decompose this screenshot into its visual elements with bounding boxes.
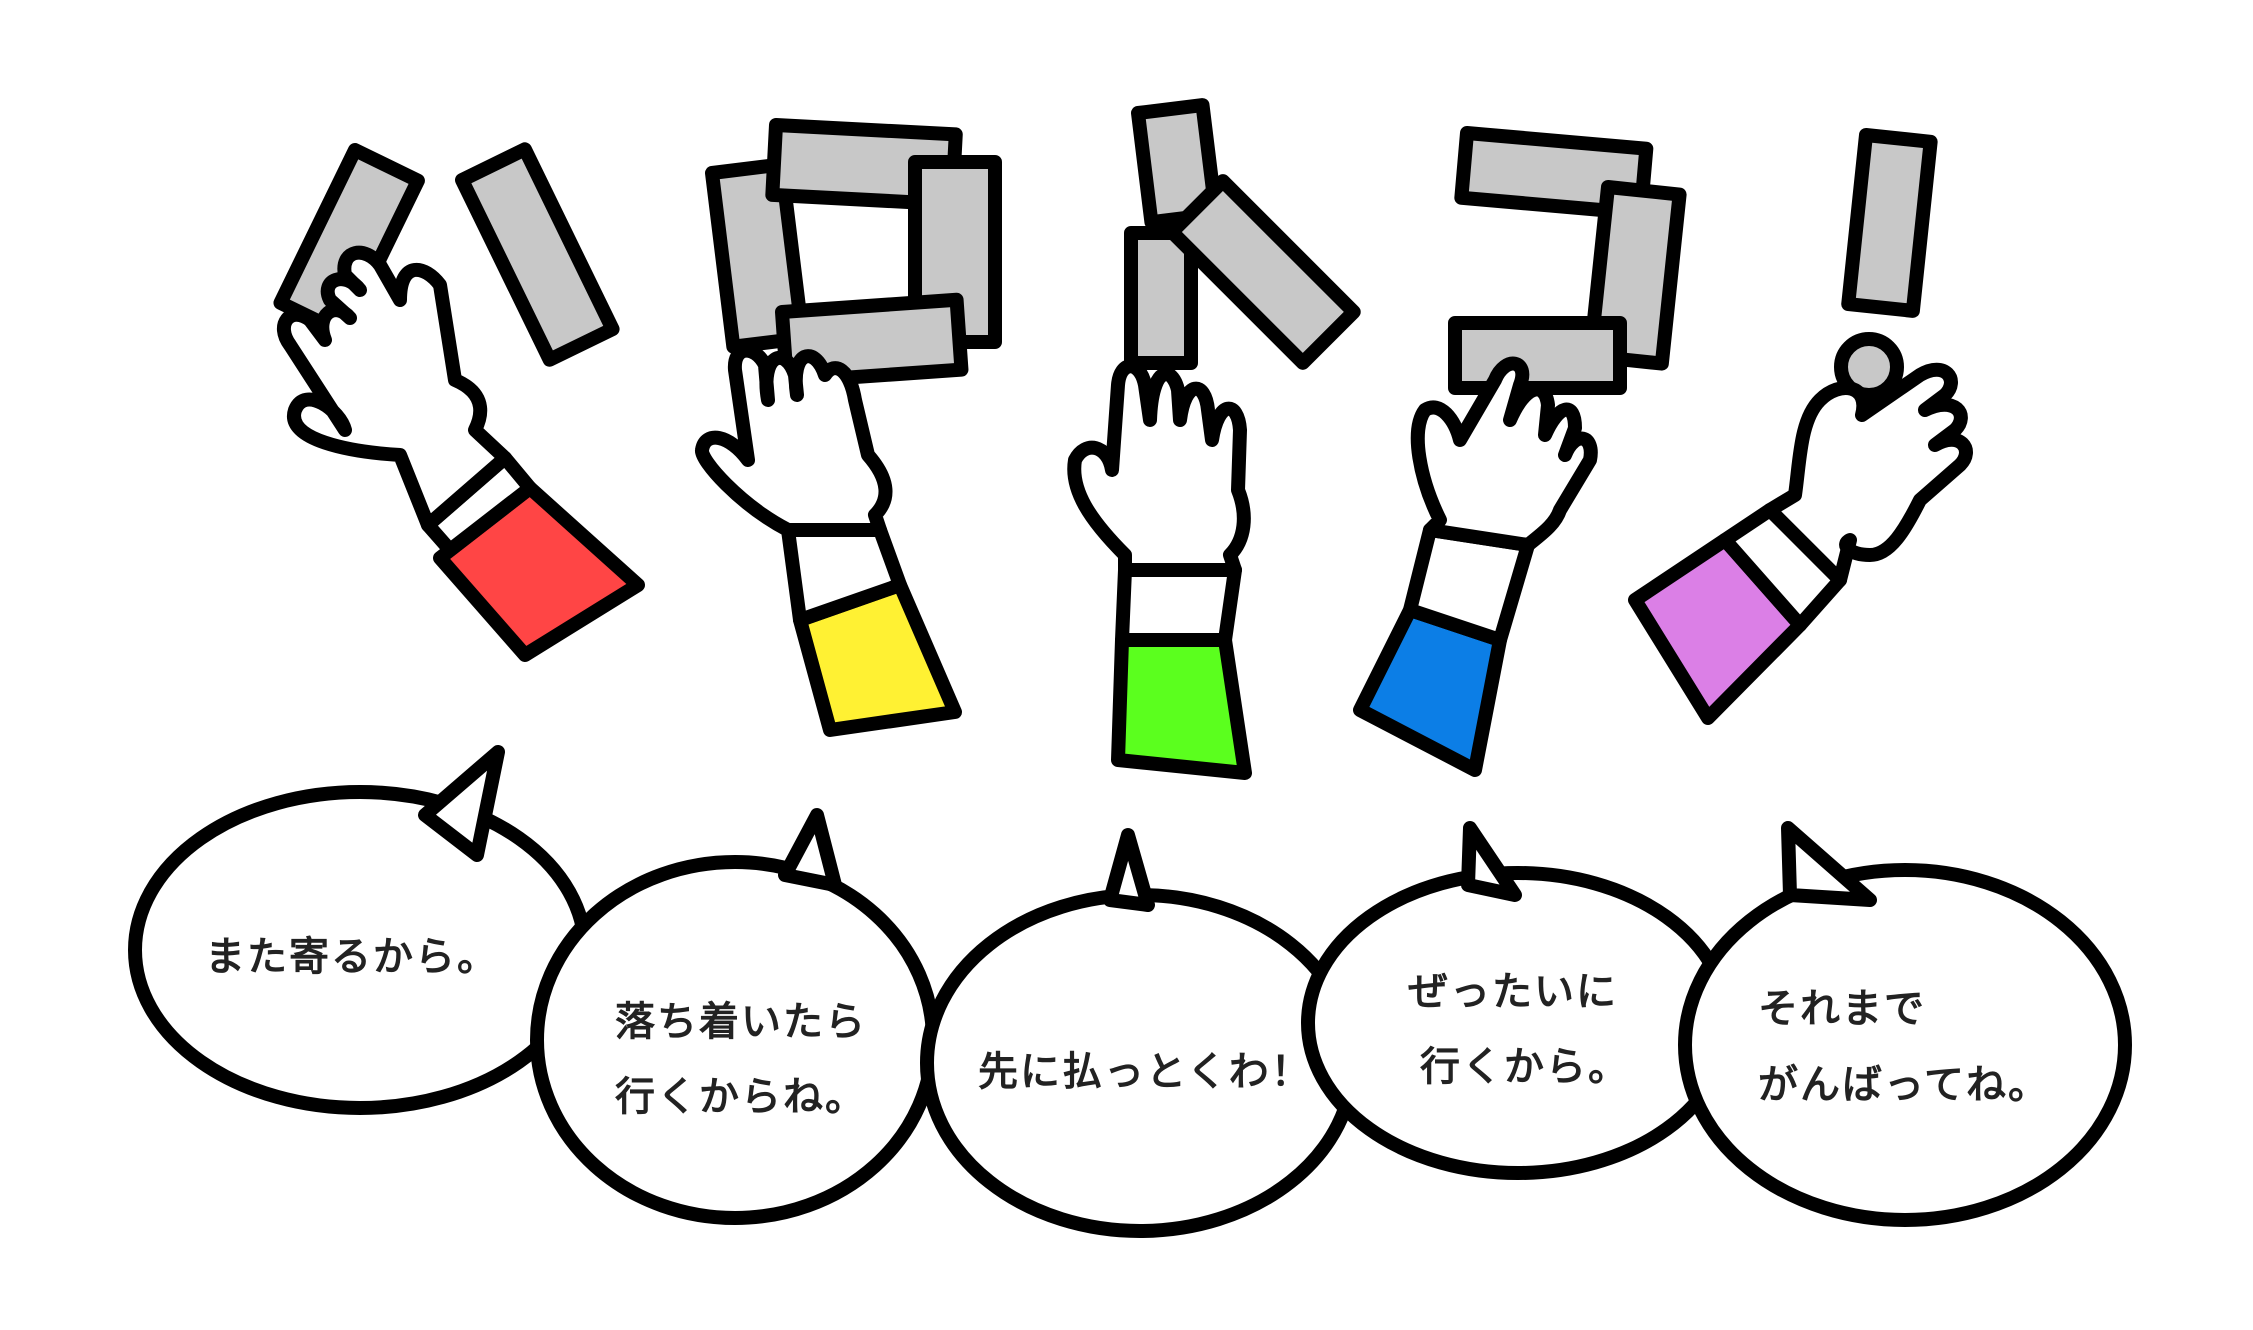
bubble-body	[1301, 866, 1735, 1180]
bubble-text: また寄るから。	[205, 934, 499, 980]
card-piece	[1448, 316, 1627, 395]
card-piece	[1165, 174, 1361, 370]
speech-bubble-2: 落ち着いたら 行くからね。	[530, 808, 940, 1225]
card-letter-to	[1124, 98, 1361, 370]
card-piece	[1841, 128, 1938, 318]
card-piece	[1124, 226, 1198, 370]
bubble-text: 先に払っとくわ！	[978, 1049, 1313, 1095]
hand-blue	[1353, 356, 1598, 777]
speech-bubble-5: それまで がんばってね。	[1678, 821, 2132, 1227]
bubble-tail	[1103, 828, 1155, 912]
speech-bubble-4: ぜったいに 行くから。	[1301, 821, 1735, 1180]
card-letters	[273, 98, 1938, 402]
bubble-tail	[1781, 821, 1877, 907]
glove-hand	[1067, 359, 1251, 577]
card-letter-exclamation	[1834, 128, 1938, 402]
hand-purple	[1628, 362, 1973, 725]
card-letter-ro	[705, 118, 1002, 389]
hand-yellow	[695, 343, 962, 737]
bubble-tail	[1461, 821, 1522, 902]
bubble-tail	[778, 808, 842, 892]
card-letter-ko	[1448, 126, 1687, 395]
illustration-canvas: また寄るから。 落ち着いたら 行くからね。 先に払っとくわ！ ぜったいに 行くか…	[128, 98, 2132, 1238]
card-piece	[455, 142, 620, 367]
speech-bubble-1: また寄るから。	[128, 745, 592, 1115]
speech-bubble-3: 先に払っとくわ！	[920, 828, 1360, 1238]
bubble-body	[1678, 863, 2132, 1227]
glove-hand	[1763, 362, 1973, 587]
speech-bubbles: また寄るから。 落ち着いたら 行くからね。 先に払っとくわ！ ぜったいに 行くか…	[128, 745, 2132, 1238]
green-sleeve	[1111, 633, 1252, 780]
glove-cuff	[1115, 563, 1242, 647]
hand-green	[1067, 359, 1252, 780]
